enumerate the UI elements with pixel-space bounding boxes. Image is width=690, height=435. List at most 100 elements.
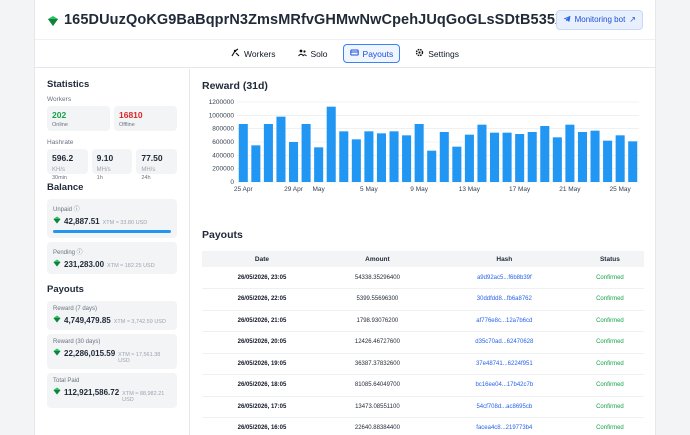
table-row: 26/05/2026, 22:05 5399.55696300 30ddfdd8..… — [202, 288, 644, 311]
hash-link[interactable]: 54cf708d...ac8695cb — [432, 396, 576, 418]
date-cell: 26/05/2026, 17:05 — [202, 396, 322, 418]
hash-link[interactable]: d35c70ad...62470628 — [432, 331, 576, 354]
hash-link[interactable]: 37e48741...6224f951 — [432, 353, 576, 375]
amount-cell: 5399.55696300 — [321, 288, 433, 311]
reward-7d-card: Reward (7 days) 4,749,479.85 XTM ≈ 3,742… — [47, 301, 177, 330]
reward-bar[interactable] — [427, 150, 437, 182]
hash-link[interactable]: 30ddfdd8...fb6a8762 — [432, 288, 576, 311]
reward-bar[interactable] — [301, 124, 311, 182]
reward-bar[interactable] — [590, 130, 600, 182]
reward-bar[interactable] — [615, 135, 625, 182]
tab-label: Solo — [310, 48, 328, 59]
reward-bar[interactable] — [402, 135, 412, 182]
hashrate-24h: 77.50 MH/s 24h — [136, 149, 178, 181]
reward-bar[interactable] — [251, 145, 261, 182]
table-header-row: Date Amount Hash Status — [202, 251, 644, 267]
reward-bar[interactable] — [276, 116, 286, 182]
reward-bar[interactable] — [364, 131, 374, 182]
offline-workers-stat[interactable]: 16810 Offline — [114, 106, 177, 131]
unpaid-usd: XTM ≈ 33.80 USD — [102, 220, 148, 226]
y-tick-label: 0 — [230, 179, 234, 186]
total-paid-card: Total Paid 112,921,586.72 XTM ≈ 88,982.2… — [47, 373, 177, 408]
x-tick-label: 17 May — [509, 186, 531, 193]
reward-30d-label: Reward (30 days) — [53, 339, 101, 345]
hashrate-label: Hashrate — [47, 139, 74, 146]
amount-cell: 22640.88384400 — [321, 417, 433, 435]
reward-bar[interactable] — [603, 140, 613, 182]
reward-bar[interactable] — [490, 132, 500, 182]
reward-bar[interactable] — [565, 124, 575, 182]
main-content: Reward (31d) 0 200000 400000 600000 800000 10… — [202, 80, 646, 435]
hashrate-period: 24h — [141, 175, 151, 181]
reward-bar[interactable] — [376, 133, 386, 182]
table-row: 26/05/2026, 16:05 22640.88384400 facea4c8.… — [202, 417, 644, 435]
hashrate-unit: KH/s — [52, 167, 66, 173]
x-tick-label: 25 May — [609, 186, 631, 193]
y-tick-label: 800000 — [212, 126, 234, 133]
x-tick-label: 25 Apr — [234, 186, 254, 193]
payouts-sidebar-title: Payouts — [47, 284, 84, 295]
reward-bar[interactable] — [452, 146, 462, 182]
reward-bar[interactable] — [477, 124, 487, 182]
unpaid-progress-bar — [53, 230, 171, 233]
reward-bar[interactable] — [314, 147, 324, 182]
reward-bar[interactable] — [238, 124, 248, 182]
reward-bar[interactable] — [414, 124, 424, 182]
reward-bar[interactable] — [577, 132, 587, 182]
reward-bar[interactable] — [351, 139, 361, 182]
hashrate-unit: MH/s — [96, 167, 111, 173]
reward-bar[interactable] — [540, 126, 550, 182]
header: 165DUuzQoKG9BaBqprN3ZmsMRfvGHMwNwCpehJUq… — [35, 0, 655, 40]
online-workers-stat[interactable]: 202 Online — [47, 106, 110, 131]
workers-label: Workers — [47, 96, 72, 103]
payouts-title: Payouts — [202, 229, 243, 241]
table-row: 26/05/2026, 19:05 36387.37832600 37e48741.… — [202, 353, 644, 375]
table-row: 26/05/2026, 20:05 12426.46727600 d35c70ad.… — [202, 331, 644, 354]
total-paid-value: 112,921,586.72 — [64, 388, 120, 397]
total-paid-label: Total Paid — [53, 378, 80, 384]
status-cell: Confirmed — [575, 396, 644, 418]
reward-bar[interactable] — [502, 132, 512, 182]
table-row: 26/05/2026, 17:05 13473.08551100 54cf708d.… — [202, 396, 644, 418]
amount-header: Amount — [321, 251, 433, 267]
reward-bar[interactable] — [464, 134, 474, 182]
hashrate-value: 9.10 — [96, 153, 114, 163]
offline-value: 16810 — [119, 110, 143, 120]
total-paid-usd: XTM ≈ 88,982.21 USD — [122, 391, 165, 403]
reward-bar[interactable] — [527, 132, 537, 182]
date-cell: 26/05/2026, 22:05 — [202, 288, 322, 311]
monitoring-bot-button[interactable]: Monitoring bot ↗ — [555, 9, 643, 30]
date-cell: 26/05/2026, 23:05 — [202, 267, 322, 289]
x-tick-label: 21 May — [559, 186, 581, 193]
reward-bar[interactable] — [326, 106, 336, 182]
tab-workers[interactable]: Workers — [224, 44, 283, 63]
xtm-coin-icon — [53, 387, 61, 395]
status-cell: Confirmed — [575, 331, 644, 354]
gear-icon — [415, 48, 424, 59]
hash-link[interactable]: facea4c8...219773b4 — [432, 417, 576, 435]
reward-bar[interactable] — [339, 131, 349, 182]
hashrate-period: 1h — [96, 175, 103, 181]
reward-bar[interactable] — [439, 132, 449, 182]
status-cell: Confirmed — [575, 288, 644, 311]
reward-bar[interactable] — [515, 134, 525, 182]
hash-link[interactable]: bc16ee04...17b42c7b — [432, 374, 576, 397]
tab-payouts[interactable]: Payouts — [342, 44, 401, 63]
hash-link[interactable]: a9d92ac5...f6b8b39f — [432, 267, 576, 289]
pending-label: Pending ⓘ — [53, 250, 83, 256]
pending-usd: XTM ≈ 182.25 USD — [107, 263, 155, 269]
tab-solo[interactable]: Solo — [291, 44, 335, 63]
status-cell: Confirmed — [575, 267, 644, 289]
hashrate-1h: 9.10 MH/s 1h — [91, 149, 133, 181]
reward-bar[interactable] — [389, 131, 399, 182]
reward-bar[interactable] — [552, 137, 562, 182]
status-cell: Confirmed — [575, 417, 644, 435]
reward-bar[interactable] — [263, 124, 273, 182]
reward-7d-usd: XTM ≈ 3,742.59 USD — [113, 319, 166, 325]
hashrate-unit: MH/s — [141, 167, 156, 173]
reward-bar[interactable] — [628, 141, 638, 182]
hash-link[interactable]: af776e8c...12a7b6cd — [432, 310, 576, 332]
reward-30d-card: Reward (30 days) 22,286,015.59 XTM ≈ 17,… — [47, 334, 177, 369]
tab-settings[interactable]: Settings — [408, 44, 466, 63]
reward-bar[interactable] — [289, 142, 299, 182]
